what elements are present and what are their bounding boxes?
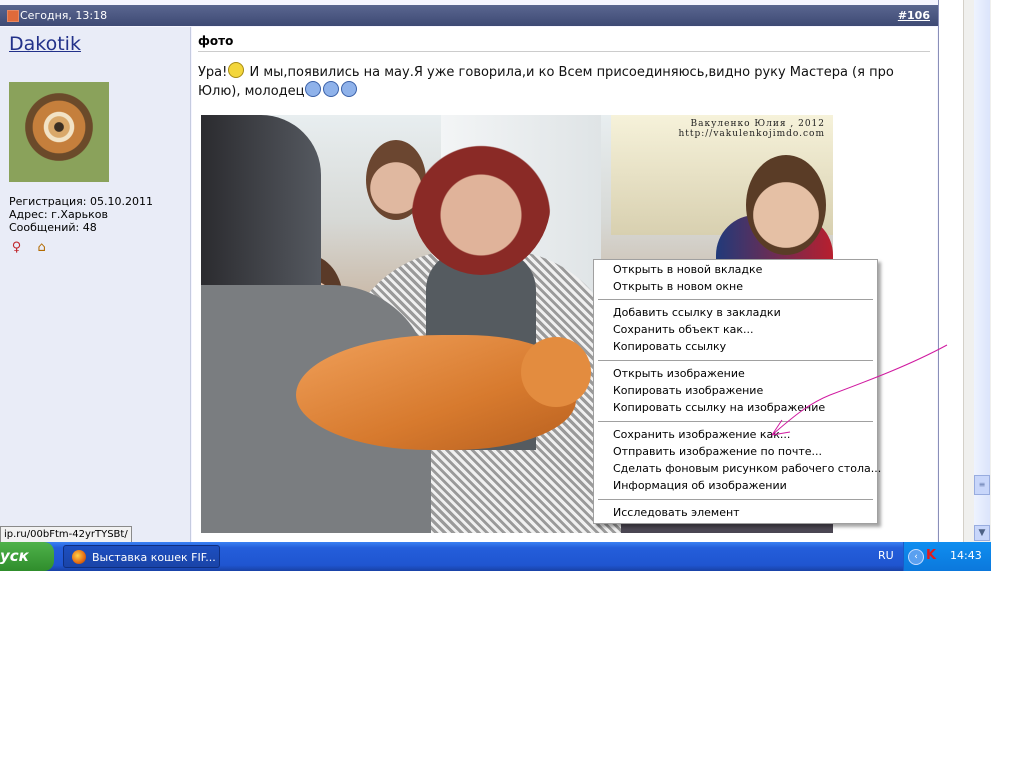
screen: Сегодня, 13:18 #106 Dakotik Регистрация:… [0,0,1024,768]
post-header: Сегодня, 13:18 #106 [0,5,938,26]
annotation-arrow-icon [771,344,948,436]
menu-save-object[interactable]: Сохранить объект как... [613,322,754,338]
post-number[interactable]: #106 [898,9,930,22]
thumbs-up-smiley-icon [341,81,358,97]
taskbar-firefox-window[interactable]: Выставка кошек FIF... [63,545,220,568]
tray-expand-icon[interactable]: ‹ [908,549,924,565]
firefox-icon [72,550,86,564]
watermark-line-2: http://vakulenkojimdo.com [678,129,825,139]
menu-open-image[interactable]: Открыть изображение [613,366,745,382]
menu-separator [598,499,873,500]
username-link[interactable]: Dakotik [9,33,81,55]
menu-email-image[interactable]: Отправить изображение по почте... [613,444,822,460]
language-indicator[interactable]: RU [878,542,894,571]
post-title: фото [198,34,234,48]
message-count: Сообщений: 48 [9,221,97,234]
photo-cat-head [521,337,591,407]
menu-copy-link[interactable]: Копировать ссылку [613,339,726,355]
menu-inspect-element[interactable]: Исследовать элемент [613,505,740,521]
post-status-icon [7,10,19,22]
registration-date: Регистрация: 05.10.2011 [9,195,153,208]
user-address: Адрес: г.Харьков [9,208,109,221]
scrollbar-track[interactable] [974,0,990,525]
user-info: Регистрация: 05.10.2011 Адрес: г.Харьков… [9,195,153,234]
status-url: ip.ru/00bFtm-42yrTYSBt/ [0,526,132,543]
menu-set-desktop-bg[interactable]: Сделать фоновым рисунком рабочего стола.… [613,461,881,477]
scroll-down-button[interactable]: ▼ [974,525,990,541]
photo-person [746,155,826,255]
menu-open-new-window[interactable]: Открыть в новом окне [613,279,743,295]
message-text-start: Ура! [198,65,228,80]
taskbar: уск Выставка кошек FIF... RU ‹ K 14:43 [0,542,991,571]
system-tray: ‹ K 14:43 [903,542,991,571]
smiley-icon [228,62,245,78]
menu-bookmark-link[interactable]: Добавить ссылку в закладки [613,305,781,321]
post-date: Сегодня, 13:18 [20,9,108,22]
menu-copy-image[interactable]: Копировать изображение [613,383,763,399]
message-text: И мы,появились на мау.Я уже говорила,и к… [198,65,894,99]
user-column: Dakotik Регистрация: 05.10.2011 Адрес: г… [0,27,191,542]
scrollbar-thumb[interactable]: ≡ [974,475,990,495]
watermark-line-1: Вакуленко Юлия , 2012 [690,119,825,129]
vertical-scrollbar[interactable]: ≡ ▼ [963,0,991,542]
post-message: Ура! И мы,появились на мау.Я уже говорил… [198,62,924,100]
post-number-link[interactable]: #106 [898,9,930,22]
thumbs-up-smiley-icon [323,81,340,97]
menu-image-info[interactable]: Информация об изображении [613,478,787,494]
menu-separator [598,299,873,300]
user-icons: ♀ ⌂ [9,236,54,255]
clock: 14:43 [950,549,982,562]
menu-open-new-tab[interactable]: Открыть в новой вкладке [613,262,762,278]
photo-watermark: Вакуленко Юлия , 2012 http://vakulenkoji… [678,119,825,139]
kaspersky-icon[interactable]: K [926,548,936,563]
avatar [9,82,109,182]
taskbar-window-title: Выставка кошек FIF... [92,551,216,564]
title-divider [198,51,930,52]
home-icon[interactable]: ⌂ [34,240,49,255]
start-button[interactable]: уск [0,542,54,571]
photo-woman [411,125,551,275]
female-icon: ♀ [11,240,22,255]
thumbs-up-smiley-icon [305,81,322,97]
